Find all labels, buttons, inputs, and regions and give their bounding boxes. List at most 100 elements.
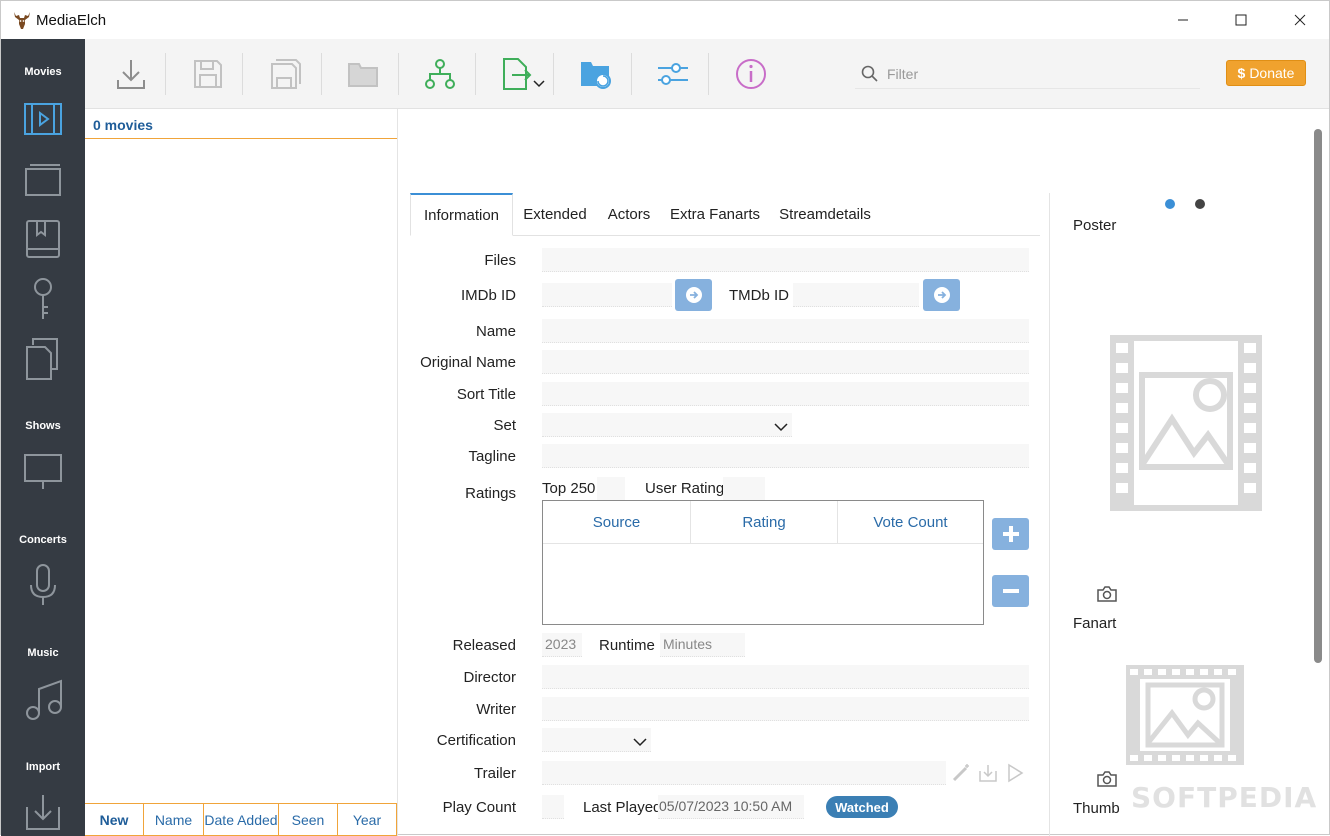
tmdb-id-field[interactable] xyxy=(793,283,919,307)
ratings-table[interactable]: Source Rating Vote Count xyxy=(542,500,984,625)
title-bar: MediaElch xyxy=(1,1,1329,39)
close-button[interactable] xyxy=(1271,1,1329,39)
open-folder-icon[interactable] xyxy=(338,51,388,97)
maximize-button[interactable] xyxy=(1212,1,1270,39)
movies-film-icon[interactable] xyxy=(21,97,65,141)
sidebar-heading-movies: Movies xyxy=(24,66,62,78)
released-field[interactable]: 2023 xyxy=(542,633,582,657)
tmdb-id-label: TMDb ID xyxy=(729,287,789,304)
moose-logo-icon xyxy=(11,9,33,31)
tab-extended[interactable]: Extended xyxy=(516,193,594,236)
ratings-column-rating[interactable]: Rating xyxy=(691,501,838,544)
add-rating-button[interactable] xyxy=(992,518,1029,550)
runtime-placeholder: Minutes xyxy=(663,636,713,652)
top-250-field[interactable] xyxy=(597,477,625,501)
user-rating-field[interactable] xyxy=(723,477,765,501)
certifications-key-icon[interactable] xyxy=(21,277,65,321)
reload-folder-icon[interactable] xyxy=(571,51,621,97)
name-label: Name xyxy=(475,323,516,340)
trailer-play-icon[interactable] xyxy=(1005,763,1025,788)
ratings-column-source[interactable]: Source xyxy=(543,501,691,544)
rename-tree-icon[interactable] xyxy=(415,51,465,97)
fanart-camera-icon[interactable] xyxy=(1097,586,1117,607)
donate-label: Donate xyxy=(1249,65,1295,81)
vertical-scrollbar[interactable] xyxy=(1314,129,1322,663)
app-window: MediaElch Movies Shows Concerts Music Im… xyxy=(0,0,1330,836)
tab-streamdetails[interactable]: Streamdetails xyxy=(772,193,878,236)
last-played-field[interactable]: 05/07/2023 10:50 AM xyxy=(658,795,804,819)
export-file-icon[interactable] xyxy=(495,51,557,97)
chevron-down-icon xyxy=(633,734,647,752)
sidebar-heading-music: Music xyxy=(27,647,59,659)
donate-button[interactable]: $ Donate xyxy=(1226,60,1306,86)
sort-title-field[interactable] xyxy=(542,382,1029,406)
sort-seen-button[interactable]: Seen xyxy=(279,804,338,836)
movie-list-pane: 0 movies New Name Date Added Seen Year xyxy=(85,109,398,836)
sort-year-button[interactable]: Year xyxy=(338,804,397,836)
movie-count: 0 movies xyxy=(85,109,397,139)
genres-book-icon[interactable] xyxy=(21,217,65,261)
movie-sets-icon[interactable] xyxy=(21,157,65,201)
poster-page-dot[interactable] xyxy=(1195,199,1205,209)
released-value: 2023 xyxy=(545,636,577,652)
music-note-icon[interactable] xyxy=(21,677,65,721)
tab-actors[interactable]: Actors xyxy=(600,193,658,236)
save-all-disks-icon[interactable] xyxy=(261,51,311,97)
tmdb-open-button[interactable] xyxy=(923,279,960,311)
dollar-icon: $ xyxy=(1237,65,1246,81)
fanart-placeholder-icon[interactable] xyxy=(1126,665,1244,770)
ratings-column-vote-count[interactable]: Vote Count xyxy=(838,501,983,544)
arrow-right-icon xyxy=(685,287,702,303)
concerts-microphone-icon[interactable] xyxy=(21,563,65,607)
files-field[interactable] xyxy=(542,248,1029,272)
toolbar: Filter $ Donate xyxy=(85,39,1329,109)
director-field[interactable] xyxy=(542,665,1029,689)
sort-new-button[interactable]: New xyxy=(85,804,144,836)
imdb-id-label: IMDb ID xyxy=(460,287,516,304)
sort-date-added-button[interactable]: Date Added xyxy=(204,804,279,836)
sort-bar: New Name Date Added Seen Year xyxy=(85,803,397,836)
released-label: Released xyxy=(452,637,516,654)
save-disk-icon[interactable] xyxy=(183,51,233,97)
poster-placeholder-icon[interactable] xyxy=(1110,335,1262,516)
name-field[interactable] xyxy=(542,319,1029,343)
remove-rating-button[interactable] xyxy=(992,575,1029,607)
image-pane: Poster Fanart Thumb xyxy=(1049,193,1311,836)
scrape-download-icon[interactable] xyxy=(106,51,156,97)
sort-name-button[interactable]: Name xyxy=(144,804,204,836)
sidebar-heading-concerts: Concerts xyxy=(19,534,67,546)
tab-extra-fanarts[interactable]: Extra Fanarts xyxy=(665,193,765,236)
trailer-label: Trailer xyxy=(474,765,516,782)
watched-toggle[interactable]: Watched xyxy=(826,796,898,818)
filter-input[interactable]: Filter xyxy=(855,59,1200,89)
trailer-field[interactable] xyxy=(542,761,946,785)
imdb-open-button[interactable] xyxy=(675,279,712,311)
tagline-field[interactable] xyxy=(542,444,1029,468)
certification-label: Certification xyxy=(436,732,516,749)
minus-icon xyxy=(1002,589,1019,593)
imdb-id-field[interactable] xyxy=(542,283,672,307)
about-info-icon[interactable] xyxy=(726,51,776,97)
trailer-magic-wand-icon[interactable] xyxy=(951,763,971,788)
original-name-field[interactable] xyxy=(542,350,1029,374)
set-dropdown[interactable] xyxy=(542,413,792,437)
play-count-field[interactable] xyxy=(542,795,564,819)
thumb-camera-icon[interactable] xyxy=(1097,771,1117,792)
runtime-field[interactable]: Minutes xyxy=(660,633,745,657)
certification-dropdown[interactable] xyxy=(542,728,651,752)
user-rating-label: User Rating xyxy=(645,480,725,497)
minimize-button[interactable] xyxy=(1154,1,1212,39)
files-label: Files xyxy=(484,252,516,269)
shows-monitor-icon[interactable] xyxy=(21,449,65,493)
chevron-down-icon xyxy=(774,419,788,437)
settings-sliders-icon[interactable] xyxy=(648,51,698,97)
trailer-download-icon[interactable] xyxy=(978,763,998,788)
import-download-icon[interactable] xyxy=(21,789,65,833)
sidebar-heading-shows: Shows xyxy=(25,420,61,432)
writer-field[interactable] xyxy=(542,697,1029,721)
ratings-label: Ratings xyxy=(465,485,516,502)
fanart-label: Fanart xyxy=(1073,615,1117,632)
poster-page-dot-active[interactable] xyxy=(1165,199,1175,209)
duplicates-icon[interactable] xyxy=(21,337,65,381)
tab-information[interactable]: Information xyxy=(410,193,513,236)
